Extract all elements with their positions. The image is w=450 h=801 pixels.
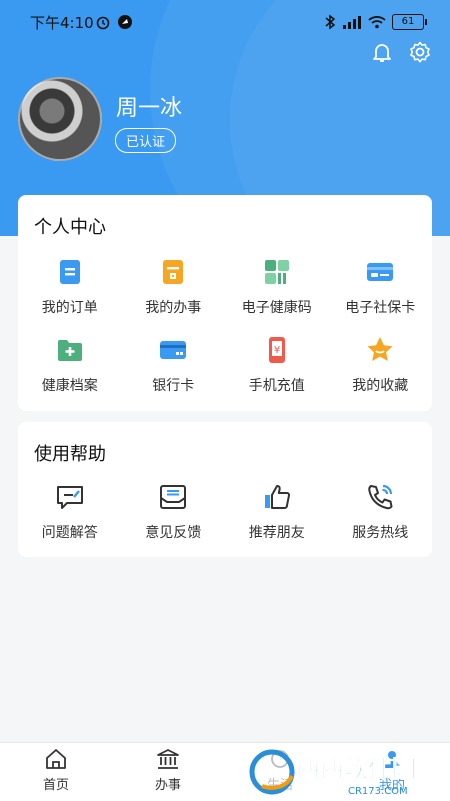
health-record-icon	[57, 340, 82, 361]
feedback-icon	[160, 485, 187, 509]
phone-recharge-item[interactable]: ¥ 手机充值	[225, 335, 329, 395]
my-favorites-item[interactable]: 我的收藏	[329, 335, 433, 395]
feedback-item[interactable]: 意见反馈	[122, 482, 226, 542]
alarm-icon	[96, 16, 110, 30]
bluetooth-icon	[325, 14, 336, 30]
bank-card-item[interactable]: 银行卡	[122, 335, 226, 395]
nav-affairs[interactable]: 办事	[128, 747, 208, 793]
social-security-card-item[interactable]: 电子社保卡	[329, 257, 433, 317]
app-notification-icon	[118, 15, 132, 29]
order-icon	[59, 260, 80, 284]
status-time: 下午4:10	[30, 14, 94, 32]
personal-center-card: 个人中心 我的订单 我的办事 电子健康码 电子社保卡 健康档案 银行卡 ¥ 手机…	[18, 195, 432, 411]
my-affairs-label: 我的办事	[145, 300, 202, 316]
status-left-icons	[95, 14, 133, 30]
recommend-friends-label: 推荐朋友	[248, 525, 305, 541]
personal-center-row: 健康档案 银行卡 ¥ 手机充值 我的收藏	[18, 335, 432, 395]
thumbs-up-icon	[264, 485, 290, 510]
health-record-label: 健康档案	[41, 378, 98, 394]
watermark-url: CR173.COM	[348, 786, 408, 797]
health-record-item[interactable]: 健康档案	[18, 335, 122, 395]
settings-gear-icon[interactable]	[408, 40, 432, 64]
social-card-label: 电子社保卡	[345, 300, 416, 316]
help-card: 使用帮助 问题解答 意见反馈 推荐朋友 服务热线	[18, 422, 432, 557]
favorite-icon	[367, 337, 393, 361]
watermark-text: 西西软件园	[296, 755, 416, 783]
signal-icon	[343, 16, 361, 29]
notification-bell-icon[interactable]	[370, 40, 394, 64]
bank-card-icon	[160, 341, 187, 359]
nav-home[interactable]: 首页	[16, 747, 96, 793]
status-right-icons: 61	[324, 14, 427, 30]
health-code-icon	[264, 260, 289, 284]
service-hotline-item[interactable]: 服务热线	[329, 482, 433, 542]
health-code-item[interactable]: 电子健康码	[225, 257, 329, 317]
help-title: 使用帮助	[34, 444, 106, 465]
avatar[interactable]	[18, 77, 102, 161]
help-row: 问题解答 意见反馈 推荐朋友 服务热线	[18, 482, 432, 542]
nav-home-label: 首页	[42, 778, 69, 793]
phone-recharge-label: 手机充值	[248, 378, 305, 394]
health-code-label: 电子健康码	[241, 300, 312, 316]
feedback-label: 意见反馈	[145, 525, 202, 541]
hotline-icon	[368, 484, 393, 510]
my-orders-item[interactable]: 我的订单	[18, 257, 122, 317]
wifi-icon	[368, 16, 386, 29]
government-icon	[157, 749, 179, 769]
my-orders-label: 我的订单	[41, 300, 98, 316]
status-bar: 下午4:10 61	[0, 8, 450, 38]
qa-label: 问题解答	[41, 525, 98, 541]
phone-recharge-icon: ¥	[268, 337, 285, 363]
svg-text:¥: ¥	[274, 345, 280, 356]
service-hotline-label: 服务热线	[352, 525, 409, 541]
personal-center-row: 我的订单 我的办事 电子健康码 电子社保卡	[18, 257, 432, 317]
home-icon	[46, 749, 66, 769]
header-actions	[370, 40, 432, 64]
battery-indicator: 61	[392, 14, 427, 30]
nav-affairs-label: 办事	[154, 778, 181, 793]
affairs-icon	[163, 260, 184, 284]
social-card-icon	[367, 263, 394, 281]
user-name: 周一冰	[116, 96, 183, 121]
qa-icon	[56, 486, 83, 509]
my-affairs-item[interactable]: 我的办事	[122, 257, 226, 317]
site-watermark-logo: 西西软件园 CR173.COM	[249, 749, 416, 797]
personal-center-title: 个人中心	[34, 217, 106, 238]
verified-badge: 已认证	[115, 128, 177, 153]
recommend-friends-item[interactable]: 推荐朋友	[225, 482, 329, 542]
qa-item[interactable]: 问题解答	[18, 482, 122, 542]
my-favorites-label: 我的收藏	[352, 378, 409, 394]
bank-card-label: 银行卡	[152, 378, 195, 394]
